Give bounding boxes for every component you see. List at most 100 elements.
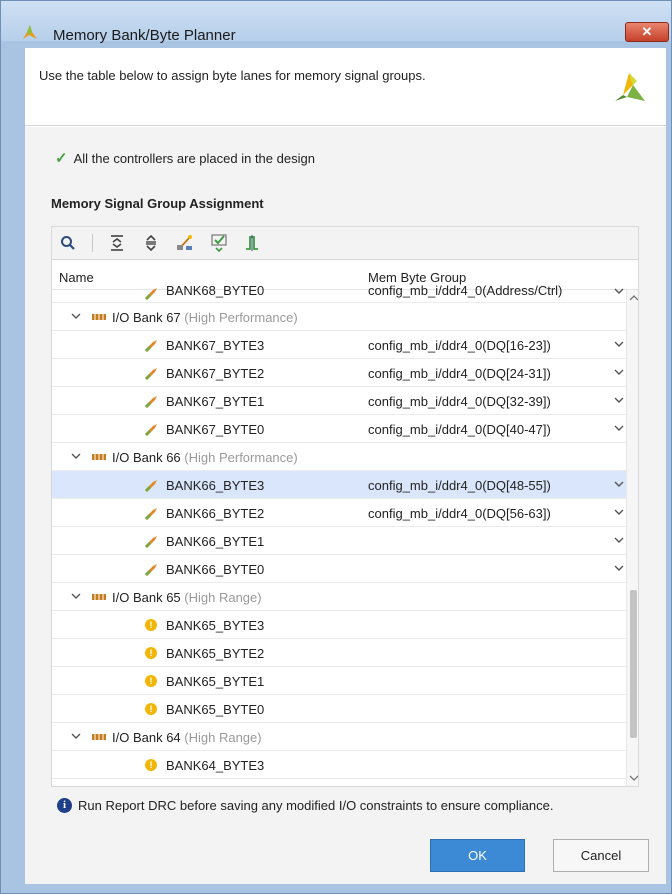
scroll-down-icon[interactable] — [629, 774, 639, 782]
dialog-content: Use the table below to assign byte lanes… — [25, 48, 666, 884]
table-row[interactable]: BANK67_BYTE3 config_mb_i/ddr4_0(DQ[16-23… — [52, 331, 626, 359]
byte-lane-icon — [145, 340, 157, 352]
chevron-down-icon[interactable] — [614, 287, 624, 295]
app-logo-icon — [23, 25, 37, 39]
mem-byte-group[interactable]: config_mb_i/ddr4_0(DQ[24-31]) — [368, 366, 551, 381]
vertical-scrollbar[interactable] — [626, 290, 639, 786]
byte-name: BANK66_BYTE1 — [166, 534, 265, 549]
io-bank-icon — [92, 453, 106, 461]
byte-name: BANK68_BYTE0 — [166, 283, 265, 298]
expand-chevron-icon[interactable] — [70, 730, 82, 742]
byte-lane-icon — [145, 480, 157, 492]
warning-icon: ! — [145, 647, 157, 659]
byte-name: BANK66_BYTE3 — [166, 478, 265, 493]
table-row[interactable]: BANK67_BYTE0 config_mb_i/ddr4_0(DQ[40-47… — [52, 415, 626, 443]
close-button[interactable]: ✕ — [625, 22, 669, 42]
vivado-logo-icon — [615, 73, 645, 101]
io-bank-icon — [92, 733, 106, 741]
bank-name: I/O Bank 67 — [112, 310, 181, 325]
bank-name: I/O Bank 66 — [112, 450, 181, 465]
bank-row-66[interactable]: I/O Bank 66 (High Performance) — [52, 443, 626, 471]
bank-name: I/O Bank 65 — [112, 590, 181, 605]
validate-icon — [211, 234, 227, 252]
auto-assign-button[interactable] — [175, 233, 195, 253]
chevron-down-icon[interactable] — [614, 508, 624, 516]
expand-chevron-icon[interactable] — [70, 310, 82, 322]
ok-button[interactable]: OK — [430, 839, 525, 872]
mem-byte-group[interactable]: config_mb_i/ddr4_0(DQ[16-23]) — [368, 338, 551, 353]
byte-name: BANK66_BYTE0 — [166, 562, 265, 577]
table-row[interactable]: ! BANK65_BYTE2 — [52, 639, 626, 667]
title-bar[interactable]: Memory Bank/Byte Planner ✕ — [1, 1, 671, 44]
table-row-selected[interactable]: BANK66_BYTE3 config_mb_i/ddr4_0(DQ[48-55… — [52, 471, 626, 499]
table-row[interactable]: BANK66_BYTE1 — [52, 527, 626, 555]
byte-name: BANK66_BYTE2 — [166, 506, 265, 521]
header-description: Use the table below to assign byte lanes… — [39, 68, 426, 83]
expand-chevron-icon[interactable] — [70, 450, 82, 462]
bank-row-67[interactable]: I/O Bank 67 (High Performance) — [52, 303, 626, 331]
table-row[interactable]: BANK67_BYTE2 config_mb_i/ddr4_0(DQ[24-31… — [52, 359, 626, 387]
warning-icon: ! — [145, 619, 157, 631]
collapse-all-icon — [111, 235, 123, 251]
chevron-down-icon[interactable] — [614, 424, 624, 432]
table-row[interactable]: ! BANK65_BYTE3 — [52, 611, 626, 639]
dialog-window: Memory Bank/Byte Planner ✕ Use the table… — [0, 0, 672, 894]
collapse-all-button[interactable] — [107, 233, 127, 253]
byte-name: BANK67_BYTE2 — [166, 366, 265, 381]
bank-name: I/O Bank 64 — [112, 730, 181, 745]
chevron-down-icon[interactable] — [614, 340, 624, 348]
warning-icon: ! — [145, 759, 157, 771]
bank-type: (High Performance) — [184, 450, 298, 465]
signal-icon — [246, 235, 258, 251]
chevron-down-icon[interactable] — [614, 480, 624, 488]
mem-byte-group[interactable]: config_mb_i/ddr4_0(DQ[32-39]) — [368, 394, 551, 409]
byte-name: BANK65_BYTE1 — [166, 674, 265, 689]
chevron-down-icon[interactable] — [614, 536, 624, 544]
mem-byte-group[interactable]: config_mb_i/ddr4_0(DQ[48-55]) — [368, 478, 551, 493]
io-bank-icon — [92, 593, 106, 601]
bank-row-64[interactable]: I/O Bank 64 (High Range) — [52, 723, 626, 751]
mem-byte-group[interactable]: config_mb_i/ddr4_0(DQ[56-63]) — [368, 506, 551, 521]
table-row[interactable]: ! BANK64_BYTE3 — [52, 751, 626, 779]
scroll-up-icon[interactable] — [629, 294, 639, 302]
expand-chevron-icon[interactable] — [70, 590, 82, 602]
mem-byte-group[interactable]: config_mb_i/ddr4_0(Address/Ctrl) — [368, 283, 562, 298]
scroll-thumb[interactable] — [630, 590, 637, 738]
byte-name: BANK65_BYTE2 — [166, 646, 265, 661]
validate-button[interactable] — [209, 233, 229, 253]
table-row[interactable]: BANK66_BYTE2 config_mb_i/ddr4_0(DQ[56-63… — [52, 499, 626, 527]
info-text: Run Report DRC before saving any modifie… — [78, 798, 554, 813]
cancel-button[interactable]: Cancel — [553, 839, 649, 872]
auto-assign-icon — [177, 235, 192, 250]
bank-type: (High Range) — [184, 730, 262, 745]
expand-all-button[interactable] — [141, 233, 161, 253]
byte-name: BANK65_BYTE0 — [166, 702, 265, 717]
byte-lane-icon — [145, 396, 157, 408]
mem-byte-group[interactable]: config_mb_i/ddr4_0(DQ[40-47]) — [368, 422, 551, 437]
byte-lane-icon — [145, 564, 157, 576]
search-icon — [61, 236, 75, 250]
table-toolbar — [51, 226, 639, 259]
search-button[interactable] — [58, 233, 78, 253]
chevron-down-icon[interactable] — [614, 396, 624, 404]
expand-all-icon — [146, 235, 156, 251]
drc-info-message: i Run Report DRC before saving any modif… — [57, 798, 553, 813]
bank-label: I/O Bank 65 (High Range) — [112, 590, 262, 605]
table-row[interactable]: BANK66_BYTE0 — [52, 555, 626, 583]
byte-lane-icon — [145, 508, 157, 520]
chevron-down-icon[interactable] — [614, 368, 624, 376]
chevron-down-icon[interactable] — [614, 564, 624, 572]
window-title: Memory Bank/Byte Planner — [53, 27, 236, 44]
placement-status: ✓ All the controllers are placed in the … — [55, 149, 315, 167]
bank-row-65[interactable]: I/O Bank 65 (High Range) — [52, 583, 626, 611]
table-row[interactable]: BANK67_BYTE1 config_mb_i/ddr4_0(DQ[32-39… — [52, 387, 626, 415]
table-row[interactable]: ! BANK65_BYTE1 — [52, 667, 626, 695]
byte-lane-icon — [145, 368, 157, 380]
byte-planner-table: Name Mem Byte Group BANK68_BYTE0 config_… — [51, 259, 639, 787]
bank-label: I/O Bank 66 (High Performance) — [112, 450, 298, 465]
table-row[interactable]: ! BANK65_BYTE0 — [52, 695, 626, 723]
table-row-partial[interactable]: BANK68_BYTE0 config_mb_i/ddr4_0(Address/… — [52, 281, 626, 303]
bank-label: I/O Bank 67 (High Performance) — [112, 310, 298, 325]
signal-button[interactable] — [243, 233, 263, 253]
check-icon: ✓ — [55, 150, 68, 167]
